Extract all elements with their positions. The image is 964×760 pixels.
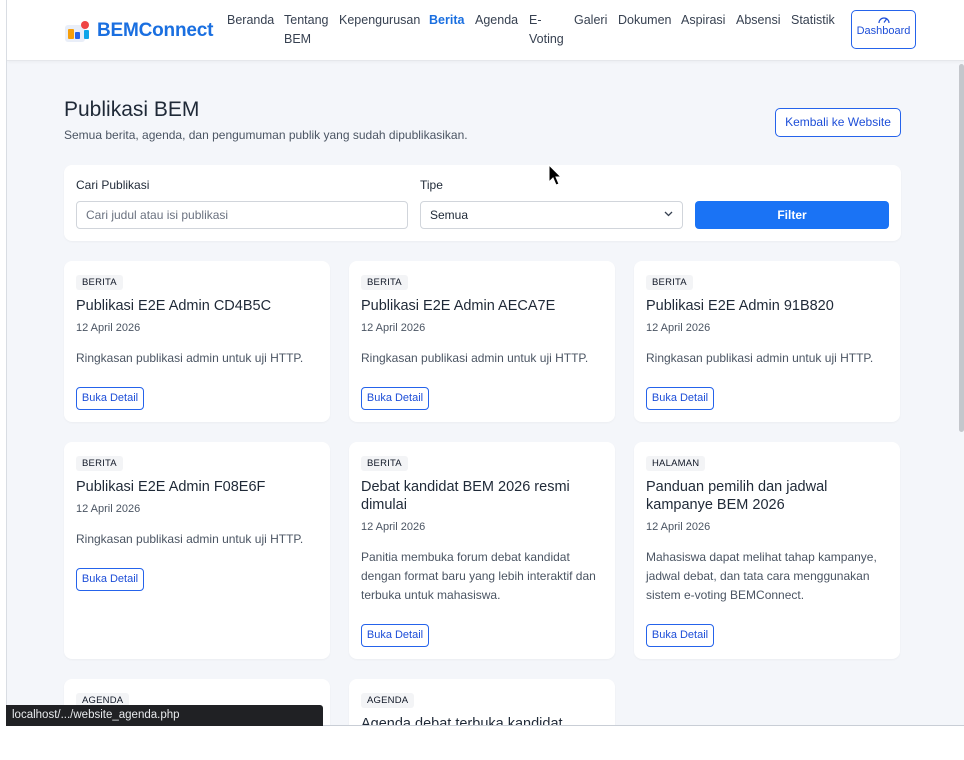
card-title: Panduan pemilih dan jadwal kampanye BEM … bbox=[646, 479, 828, 513]
brand[interactable]: BEMConnect bbox=[65, 18, 213, 44]
dashboard-label: Dashboard bbox=[856, 25, 911, 37]
type-badge: BERITA bbox=[361, 456, 408, 471]
type-badge: BERITA bbox=[646, 275, 693, 290]
back-to-website-button[interactable]: Kembali ke Website bbox=[775, 108, 901, 137]
dashboard-button[interactable]: Dashboard bbox=[851, 10, 916, 49]
mouse-cursor-icon bbox=[548, 164, 562, 186]
publication-card: BERITA Publikasi E2E Admin AECA7E 12 Apr… bbox=[349, 261, 615, 422]
publication-card: BERITA Publikasi E2E Admin CD4B5C 12 Apr… bbox=[64, 261, 330, 422]
card-title: Debat kandidat BEM 2026 resmi dimulai bbox=[361, 479, 570, 513]
publication-card: BERITA Publikasi E2E Admin 91B820 12 Apr… bbox=[634, 261, 900, 422]
open-detail-button[interactable]: Buka Detail bbox=[646, 387, 714, 410]
card-date: 12 April 2026 bbox=[361, 521, 426, 533]
nav-item-beranda[interactable]: Beranda bbox=[227, 11, 274, 30]
browser-viewport: BEMConnect Beranda Tentang BEM Kepenguru… bbox=[6, 0, 964, 726]
open-detail-button[interactable]: Buka Detail bbox=[76, 387, 144, 410]
nav-item-galeri[interactable]: Galeri bbox=[574, 11, 607, 30]
nav-item-berita[interactable]: Berita bbox=[429, 11, 464, 30]
card-summary: Ringkasan publikasi admin untuk uji HTTP… bbox=[646, 351, 874, 365]
publication-card: BERITA Debat kandidat BEM 2026 resmi dim… bbox=[349, 442, 615, 659]
search-label: Cari Publikasi bbox=[76, 178, 150, 192]
type-badge: HALAMAN bbox=[646, 456, 706, 471]
card-date: 12 April 2026 bbox=[646, 521, 711, 533]
brand-name: BEMConnect bbox=[97, 20, 214, 41]
type-badge: BERITA bbox=[76, 456, 123, 471]
open-detail-button[interactable]: Buka Detail bbox=[646, 624, 714, 647]
filter-button[interactable]: Filter bbox=[695, 201, 889, 229]
nav-item-dokumen[interactable]: Dokumen bbox=[618, 11, 672, 30]
type-badge: AGENDA bbox=[361, 693, 415, 708]
nav-item-aspirasi[interactable]: Aspirasi bbox=[681, 11, 725, 30]
type-badge: BERITA bbox=[361, 275, 408, 290]
publication-card: BERITA Publikasi E2E Admin F08E6F 12 Apr… bbox=[64, 442, 330, 659]
nav-item-e-voting[interactable]: E-Voting bbox=[529, 11, 565, 49]
card-title: Publikasi E2E Admin 91B820 bbox=[646, 298, 834, 314]
card-summary: Ringkasan publikasi admin untuk uji HTTP… bbox=[76, 532, 304, 546]
card-title: Publikasi E2E Admin AECA7E bbox=[361, 298, 556, 314]
nav-item-agenda[interactable]: Agenda bbox=[475, 11, 518, 30]
card-summary: Mahasiswa dapat melihat tahap kampanye, … bbox=[646, 550, 877, 602]
publication-card: AGENDA Agenda debat terbuka kandidat bbox=[349, 679, 615, 726]
card-date: 12 April 2026 bbox=[76, 503, 141, 515]
type-select[interactable]: Semua bbox=[420, 201, 683, 229]
card-summary: Panitia membuka forum debat kandidat den… bbox=[361, 550, 596, 602]
nav-item-absensi[interactable]: Absensi bbox=[736, 11, 780, 30]
card-title: Publikasi E2E Admin F08E6F bbox=[76, 479, 266, 495]
search-input[interactable]: Cari judul atau isi publikasi bbox=[76, 201, 408, 229]
page-subtitle: Semua berita, agenda, dan pengumuman pub… bbox=[64, 128, 468, 142]
status-bar-url: localhost/.../website_agenda.php bbox=[6, 705, 323, 726]
nav-item-kepengurusan[interactable]: Kepengurusan bbox=[339, 11, 420, 30]
type-label: Tipe bbox=[420, 178, 443, 192]
nav-item-tentang-bem[interactable]: Tentang BEM bbox=[284, 11, 328, 49]
site-header: BEMConnect Beranda Tentang BEM Kepenguru… bbox=[7, 0, 964, 61]
card-title: Publikasi E2E Admin CD4B5C bbox=[76, 298, 272, 314]
open-detail-button[interactable]: Buka Detail bbox=[361, 387, 429, 410]
bemconnect-logo-icon bbox=[65, 18, 91, 44]
open-detail-button[interactable]: Buka Detail bbox=[361, 624, 429, 647]
nav-item-statistik[interactable]: Statistik bbox=[791, 11, 835, 30]
page-title: Publikasi BEM bbox=[64, 98, 200, 121]
card-date: 12 April 2026 bbox=[646, 322, 711, 334]
chevron-down-icon bbox=[664, 211, 673, 217]
publication-card: HALAMAN Panduan pemilih dan jadwal kampa… bbox=[634, 442, 900, 659]
type-select-value: Semua bbox=[430, 208, 469, 222]
gauge-icon bbox=[877, 17, 890, 24]
card-summary: Ringkasan publikasi admin untuk uji HTTP… bbox=[76, 351, 304, 365]
type-badge: BERITA bbox=[76, 275, 123, 290]
card-title: Agenda debat terbuka kandidat bbox=[361, 716, 563, 726]
card-date: 12 April 2026 bbox=[76, 322, 141, 334]
filter-panel: Cari Publikasi Cari judul atau isi publi… bbox=[64, 165, 901, 241]
card-date: 12 April 2026 bbox=[361, 322, 426, 334]
card-summary: Ringkasan publikasi admin untuk uji HTTP… bbox=[361, 351, 589, 365]
open-detail-button[interactable]: Buka Detail bbox=[76, 568, 144, 591]
scrollbar-thumb[interactable] bbox=[959, 64, 964, 432]
